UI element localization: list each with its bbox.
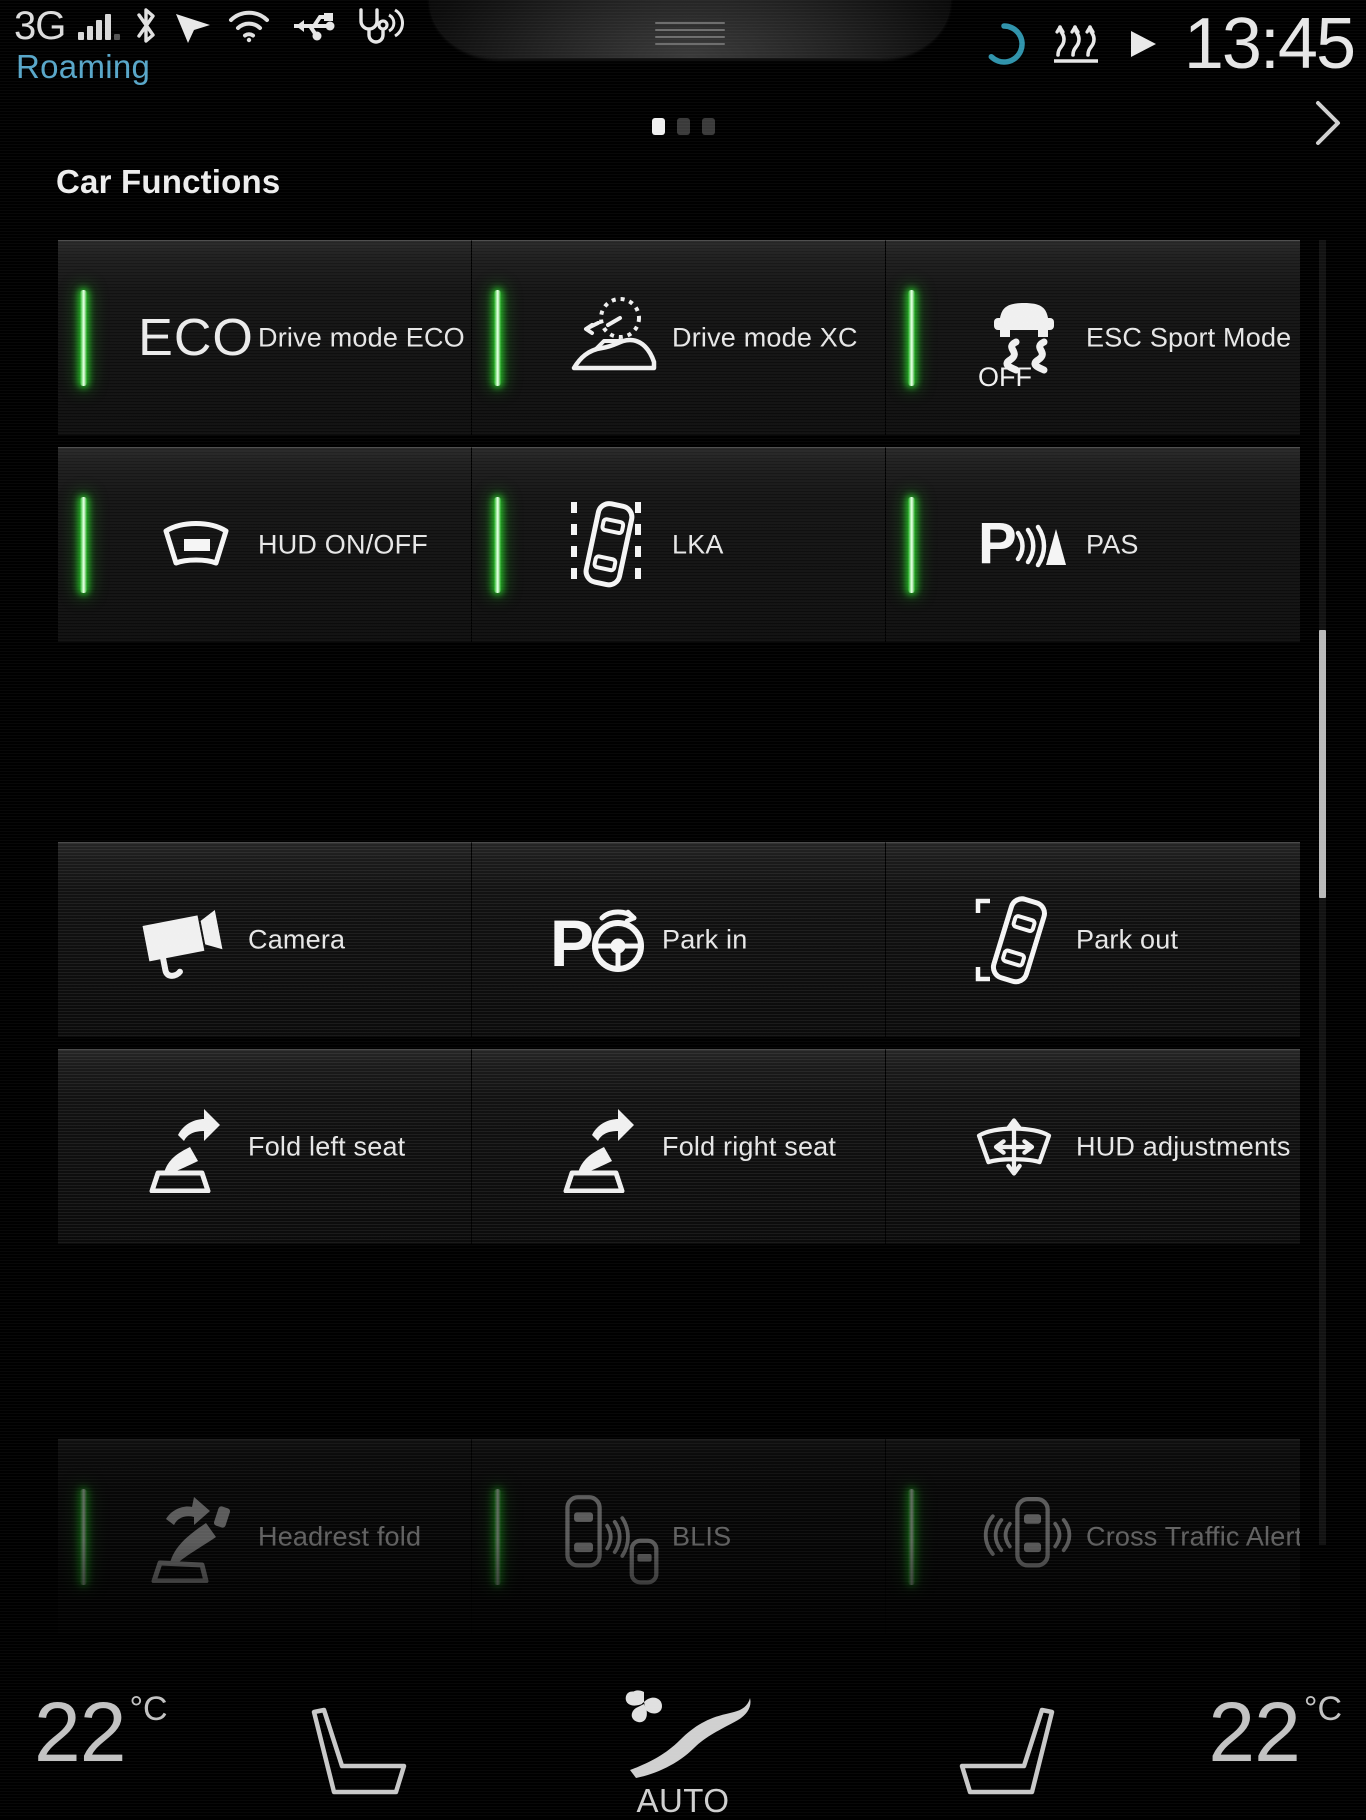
park-assist-sensor-icon: P <box>972 499 1076 591</box>
status-right-area: 13:45 <box>980 4 1356 84</box>
tile-label: Fold right seat <box>662 1131 837 1162</box>
tile-camera[interactable]: Camera <box>58 842 472 1037</box>
tile-row: Headrest fold BLIS Cross Traffic Alert <box>58 1439 1312 1634</box>
auto-climate-control[interactable]: AUTO <box>0 1684 1366 1820</box>
tile-label: PAS <box>1086 529 1139 560</box>
tile-hud-adjustments[interactable]: HUD adjustments <box>886 1049 1300 1244</box>
diagnostics-icon <box>353 6 405 46</box>
tile-label: Drive mode XC <box>672 322 858 353</box>
hud-adjustments-icon <box>962 1101 1066 1193</box>
climate-bar: 22 °C AUTO 22 °C <box>0 1640 1366 1820</box>
fold-right-seat-icon <box>548 1101 652 1193</box>
auto-label: AUTO <box>636 1782 730 1819</box>
car-functions-grid: ECO Drive mode ECO Drive mode XC OFF ESC… <box>58 240 1312 1634</box>
status-left-icons: 3G <box>14 6 405 46</box>
status-indicator-bar <box>80 290 87 386</box>
status-indicator-bar <box>494 497 501 593</box>
tile-row: Fold left seat Fold right seat HUD adjus… <box>58 1049 1312 1244</box>
tile-drive-mode-eco[interactable]: ECO Drive mode ECO <box>58 240 472 435</box>
status-indicator-bar <box>494 290 501 386</box>
status-indicator-bar <box>80 497 87 593</box>
page-dot-1[interactable] <box>651 118 665 135</box>
camera-icon <box>134 894 238 986</box>
passenger-temperature-unit: °C <box>1303 1690 1342 1728</box>
status-indicator-bar <box>908 290 915 386</box>
tile-park-in[interactable]: P Park in <box>472 842 886 1037</box>
network-type-label: 3G <box>14 4 66 48</box>
esc-off-sublabel: OFF <box>978 362 1032 388</box>
tile-row: ECO Drive mode ECO Drive mode XC OFF ESC… <box>58 240 1312 435</box>
lane-keeping-aid-icon <box>558 499 662 591</box>
passenger-temperature-control[interactable]: 22 °C <box>1208 1690 1342 1774</box>
svg-text:P: P <box>978 511 1017 576</box>
tile-park-out[interactable]: Park out <box>886 842 1300 1037</box>
status-indicator-bar <box>908 1489 915 1585</box>
tile-blis[interactable]: BLIS <box>472 1439 886 1634</box>
page-dot-2[interactable] <box>676 118 690 135</box>
eco-text-icon: ECO <box>138 309 254 367</box>
wifi-icon <box>227 6 271 46</box>
tile-label: BLIS <box>672 1521 732 1552</box>
blis-icon <box>558 1491 662 1585</box>
tile-label: Drive mode ECO <box>258 322 465 353</box>
seat-heating-icon <box>1048 24 1100 64</box>
cross-traffic-alert-icon <box>972 1491 1076 1583</box>
tile-lka[interactable]: LKA <box>472 447 886 642</box>
passenger-temperature-value: 22 <box>1208 1685 1300 1779</box>
tile-row: Camera P Park in Park out <box>58 842 1312 1037</box>
status-indicator-bar <box>908 497 915 593</box>
status-indicator-bar <box>494 1489 501 1585</box>
tile-hud-on-off[interactable]: HUD ON/OFF <box>58 447 472 642</box>
navigation-arrow-icon <box>172 6 214 46</box>
media-play-icon <box>1120 24 1164 64</box>
tile-headrest-fold[interactable]: Headrest fold <box>58 1439 472 1634</box>
tile-esc-sport-mode[interactable]: OFF ESC Sport Mode <box>886 240 1300 435</box>
clock-label: 13:45 <box>1183 4 1356 84</box>
speaker-grille-icon <box>655 22 725 50</box>
chevron-right-icon[interactable] <box>1306 95 1350 151</box>
tile-label: LKA <box>672 529 724 560</box>
status-bar: 3G Roaming 13:45 <box>0 0 1366 105</box>
loading-spinner-icon <box>980 23 1028 65</box>
tile-label: HUD ON/OFF <box>258 529 428 560</box>
page-indicator <box>0 118 1366 135</box>
page-title: Car Functions <box>56 163 281 200</box>
signal-bars-icon <box>78 6 121 44</box>
tile-label: Fold left seat <box>248 1131 406 1162</box>
tile-label: Camera <box>248 924 346 955</box>
drive-mode-xc-icon <box>558 292 662 384</box>
tile-pas[interactable]: P PAS <box>886 447 1300 642</box>
hud-icon <box>144 499 248 591</box>
auto-climate-fan-icon <box>608 1684 758 1780</box>
esc-sport-mode-icon: OFF <box>972 292 1076 388</box>
headrest-fold-icon <box>144 1491 248 1583</box>
tile-label: Park in <box>662 924 748 955</box>
tile-fold-right-seat[interactable]: Fold right seat <box>472 1049 886 1244</box>
status-indicator-bar <box>80 1489 87 1585</box>
tile-cross-traffic-alert[interactable]: Cross Traffic Alert <box>886 1439 1300 1634</box>
passenger-seat-icon[interactable] <box>956 1700 1066 1800</box>
tile-label: ESC Sport Mode <box>1086 322 1292 353</box>
tile-fold-left-seat[interactable]: Fold left seat <box>58 1049 472 1244</box>
tile-drive-mode-xc[interactable]: Drive mode XC <box>472 240 886 435</box>
bluetooth-icon <box>133 6 159 46</box>
scrollbar-thumb[interactable] <box>1319 630 1326 898</box>
park-out-icon <box>962 894 1066 986</box>
tile-label: Cross Traffic Alert <box>1086 1521 1300 1552</box>
tile-label: Headrest fold <box>258 1521 422 1552</box>
tile-row: HUD ON/OFF LKA P PAS <box>58 447 1312 642</box>
svg-text:P: P <box>550 906 594 980</box>
roaming-label: Roaming <box>16 48 151 85</box>
park-in-icon: P <box>548 894 652 986</box>
tile-label: Park out <box>1076 924 1179 955</box>
usb-icon <box>284 6 340 46</box>
tile-label: HUD adjustments <box>1076 1131 1291 1162</box>
fold-left-seat-icon <box>134 1101 238 1193</box>
page-dot-3[interactable] <box>701 118 715 135</box>
